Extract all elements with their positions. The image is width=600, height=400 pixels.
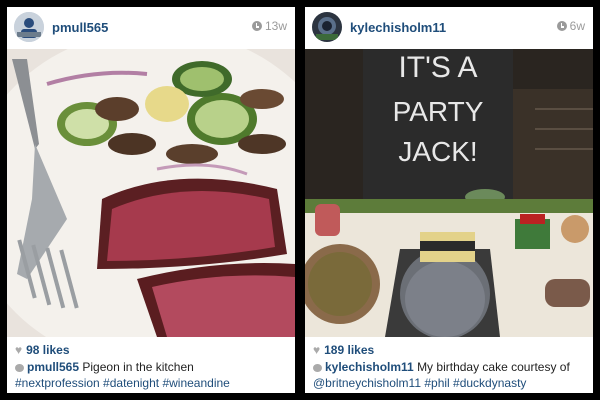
caption-hashtags[interactable]: #nextprofession #datenight #wineandine — [15, 376, 230, 390]
comment-icon — [15, 364, 24, 372]
likes-text: 189 likes — [324, 343, 375, 357]
likes-count[interactable]: ♥ 189 likes — [313, 343, 374, 357]
username-link[interactable]: pmull565 — [52, 20, 108, 35]
caption-hashtags[interactable]: @britneychisholm11 #phil #duckdynasty — [313, 376, 526, 390]
caption-text: My birthday cake courtesy of — [417, 360, 570, 374]
caption-username[interactable]: kylechisholm11 — [325, 360, 414, 374]
user-avatar[interactable] — [14, 12, 44, 42]
caption-text: Pigeon in the kitchen — [82, 360, 194, 374]
post-photo[interactable]: IT'S A PARTY JACK! — [305, 49, 593, 337]
caption-username[interactable]: pmull565 — [27, 360, 79, 374]
post-card: kylechisholm11 6w IT'S A PARTY JACK! ♥ 1… — [305, 7, 593, 393]
heart-icon: ♥ — [313, 343, 321, 357]
post-card: pmull565 13w ♥ 98 likes pmull565 Pigeon … — [7, 7, 295, 393]
post-time: 13w — [251, 19, 287, 33]
sign-line-3: JACK! — [398, 136, 477, 167]
post-time: 6w — [556, 19, 585, 33]
time-ago: 6w — [569, 19, 585, 33]
clock-icon — [251, 21, 262, 31]
clock-icon — [556, 21, 567, 31]
post-photo[interactable] — [7, 49, 295, 337]
heart-icon: ♥ — [15, 343, 23, 357]
username-link[interactable]: kylechisholm11 — [350, 20, 446, 35]
time-ago: 13w — [264, 19, 287, 33]
post-header: kylechisholm11 6w — [305, 7, 593, 47]
sign-line-1: IT'S A — [398, 51, 477, 84]
sign-line-2: PARTY — [393, 96, 484, 127]
user-avatar[interactable] — [312, 12, 342, 42]
comment-icon — [313, 364, 322, 372]
post-header: pmull565 13w — [7, 7, 295, 47]
post-caption: pmull565 Pigeon in the kitchen #nextprof… — [15, 359, 289, 391]
likes-text: 98 likes — [26, 343, 70, 357]
post-caption: kylechisholm11 My birthday cake courtesy… — [313, 359, 587, 391]
likes-count[interactable]: ♥ 98 likes — [15, 343, 70, 357]
